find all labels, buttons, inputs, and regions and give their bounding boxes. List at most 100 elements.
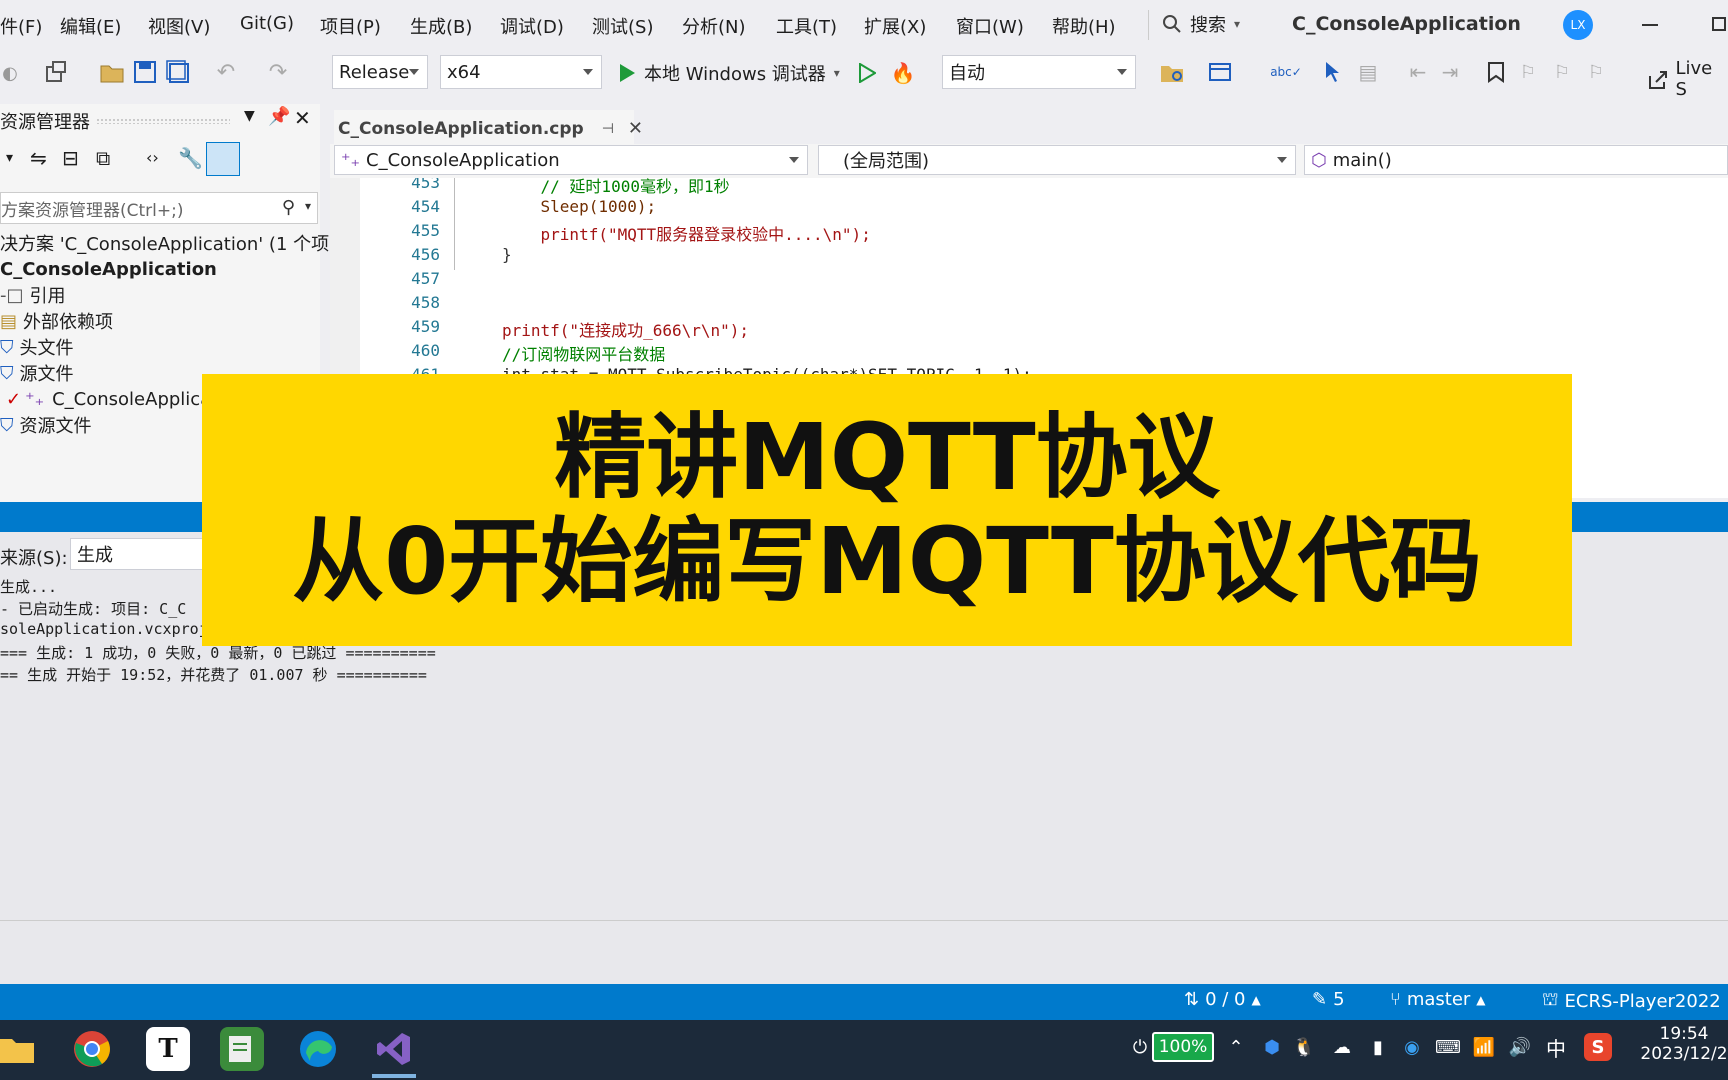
tree-header-files[interactable]: ⛉ 头文件 — [0, 334, 74, 360]
tree-references[interactable]: -□ 引用 — [0, 282, 66, 308]
browse-folder-icon[interactable] — [1158, 58, 1186, 86]
search-box[interactable]: 搜索 ▾ — [1162, 11, 1240, 37]
bookmark-icon[interactable] — [1482, 58, 1510, 86]
tree-resource-files[interactable]: ⛉ 资源文件 — [0, 412, 92, 438]
view-code-icon[interactable]: ‹› — [146, 148, 159, 167]
output-source-label: 来源(S): — [0, 548, 68, 569]
power-icon[interactable]: ⏻ — [1126, 1033, 1154, 1061]
pin-icon[interactable]: ⊣ — [602, 121, 614, 137]
next-bookmark-icon[interactable]: ⚐ — [1548, 58, 1576, 86]
collapse-icon[interactable]: ▾ — [6, 150, 13, 166]
menu-help[interactable]: 帮助(H) — [1052, 13, 1116, 39]
cursor-icon[interactable] — [1320, 58, 1348, 86]
new-project-icon[interactable] — [42, 58, 70, 86]
menu-edit[interactable]: 编辑(E) — [60, 13, 121, 39]
solution-search-input[interactable]: 方案资源管理器(Ctrl+;) ⚲ ▾ — [0, 192, 318, 224]
menu-debug[interactable]: 调试(D) — [500, 13, 564, 39]
nav-member-select[interactable]: ⬡ main() — [1304, 145, 1728, 175]
battery-indicator[interactable]: 100% — [1152, 1032, 1214, 1062]
volume-icon[interactable]: 🔊 — [1506, 1033, 1534, 1061]
repo-selector[interactable]: ⛫ ECRS-Player2022 — [1542, 989, 1721, 1013]
solution-config-select[interactable]: 自动 — [942, 55, 1136, 89]
undo-icon[interactable]: ↶ — [212, 58, 240, 86]
restore-button[interactable] — [1712, 17, 1726, 31]
ime-indicator[interactable]: 中 — [1542, 1033, 1570, 1061]
line-number: 454 — [411, 197, 440, 216]
typora-icon[interactable]: T — [146, 1027, 190, 1071]
tree-project[interactable]: C_ConsoleApplication — [0, 256, 217, 282]
menu-tools[interactable]: 工具(T) — [776, 13, 837, 39]
spellcheck-icon[interactable]: abc✓ — [1270, 58, 1302, 86]
qq-icon[interactable]: 🐧 — [1290, 1033, 1318, 1061]
save-icon[interactable] — [131, 58, 159, 86]
pending-changes[interactable]: ⇅ 0 / 0 ▲ — [1184, 989, 1261, 1010]
menu-analyze[interactable]: 分析(N) — [682, 13, 746, 39]
minimize-button[interactable] — [1642, 24, 1658, 26]
edits-count[interactable]: ✎ 5 — [1312, 989, 1345, 1010]
keyboard-icon[interactable]: ⌨ — [1434, 1033, 1462, 1061]
nav-scope-select[interactable]: (全局范围) — [818, 145, 1296, 175]
live-share-button[interactable]: Live S — [1646, 58, 1728, 100]
window-title: C_ConsoleApplication — [1292, 13, 1521, 35]
dropdown-icon[interactable]: ▼ — [244, 108, 255, 124]
layout-icon[interactable] — [1206, 58, 1234, 86]
tree-source-files[interactable]: ⛉ 源文件 — [0, 360, 74, 386]
file-explorer-icon[interactable] — [0, 1027, 34, 1071]
usb-icon[interactable]: ▮ — [1364, 1033, 1392, 1061]
menu-project[interactable]: 项目(P) — [320, 13, 381, 39]
indent-icon[interactable]: ⇥ — [1436, 58, 1464, 86]
platform-select[interactable]: x64 — [440, 55, 602, 89]
line-number: 456 — [411, 245, 440, 264]
format-icon[interactable]: ▤ — [1354, 58, 1382, 86]
sogou-icon[interactable]: S — [1584, 1033, 1612, 1061]
fold-line — [454, 178, 455, 270]
menu-build[interactable]: 生成(B) — [410, 13, 472, 39]
outdent-icon[interactable]: ⇤ — [1404, 58, 1432, 86]
avatar[interactable]: LX — [1563, 10, 1593, 40]
back-icon[interactable]: ◐ — [0, 60, 20, 86]
chrome-icon[interactable] — [70, 1027, 114, 1071]
preview-toggle[interactable] — [206, 142, 240, 176]
close-tab-icon[interactable]: ✕ — [628, 118, 643, 139]
menu-window[interactable]: 窗口(W) — [956, 13, 1024, 39]
hot-reload-icon[interactable]: 🔥 — [890, 60, 916, 86]
properties-icon[interactable]: 🔧 — [178, 146, 203, 170]
menu-file[interactable]: 件(F) — [0, 13, 42, 39]
tray-expand-icon[interactable]: ⌃ — [1222, 1033, 1250, 1061]
cloud-icon[interactable]: ☁ — [1328, 1033, 1356, 1061]
tree-cpp-file[interactable]: ✓ ⁺₊ C_ConsoleApplica — [6, 386, 211, 412]
config-select[interactable]: Release — [332, 55, 428, 89]
tree-solution[interactable]: 决方案 'C_ConsoleApplication' (1 个项目 — [0, 230, 347, 256]
code-line: //订阅物联网平台数据 — [502, 345, 666, 364]
menu-test[interactable]: 测试(S) — [592, 13, 653, 39]
menu-git[interactable]: Git(G) — [240, 13, 294, 34]
visual-studio-icon[interactable] — [372, 1027, 416, 1071]
tab-cpp[interactable]: C_ConsoleApplication.cpp ⊣ ✕ — [334, 110, 643, 144]
edge-icon[interactable] — [296, 1027, 340, 1071]
nav-project-select[interactable]: ⁺₊ C_ConsoleApplication — [334, 145, 808, 175]
branch-selector[interactable]: ⑂ master ▲ — [1390, 989, 1486, 1010]
filter-icon: ⛉ — [0, 362, 14, 384]
output-source-value: 生成 — [77, 545, 113, 566]
app-tray-icon[interactable]: ◉ — [1398, 1033, 1426, 1061]
menu-view[interactable]: 视图(V) — [148, 13, 210, 39]
collapse-all-icon[interactable]: ⊟ — [62, 146, 79, 170]
close-icon[interactable]: ✕ — [294, 106, 311, 130]
open-folder-icon[interactable] — [98, 58, 126, 86]
output-line: 生成... — [0, 578, 58, 596]
menu-extensions[interactable]: 扩展(X) — [864, 13, 926, 39]
clock[interactable]: 19:54 2023/12/2 — [1640, 1024, 1728, 1064]
lenovo-icon[interactable]: ⬢ — [1258, 1033, 1286, 1061]
tree-external-deps[interactable]: ▤ 外部依赖项 — [0, 308, 113, 334]
start-without-debug-icon[interactable] — [856, 60, 878, 86]
show-all-files-icon[interactable]: ⧉ — [96, 146, 110, 170]
prev-bookmark-icon[interactable]: ⚐ — [1514, 58, 1542, 86]
redo-icon[interactable]: ↷ — [264, 58, 292, 86]
wifi-icon[interactable]: 📶 — [1470, 1033, 1498, 1061]
sync-icon[interactable]: ⇋ — [30, 146, 47, 170]
save-all-icon[interactable] — [164, 58, 192, 86]
pin-icon[interactable]: 📌 — [268, 106, 290, 127]
start-debug-button[interactable]: 本地 Windows 调试器 ▾ — [618, 60, 840, 86]
clear-bookmarks-icon[interactable]: ⚐ — [1582, 58, 1610, 86]
notepad-icon[interactable] — [220, 1027, 264, 1071]
